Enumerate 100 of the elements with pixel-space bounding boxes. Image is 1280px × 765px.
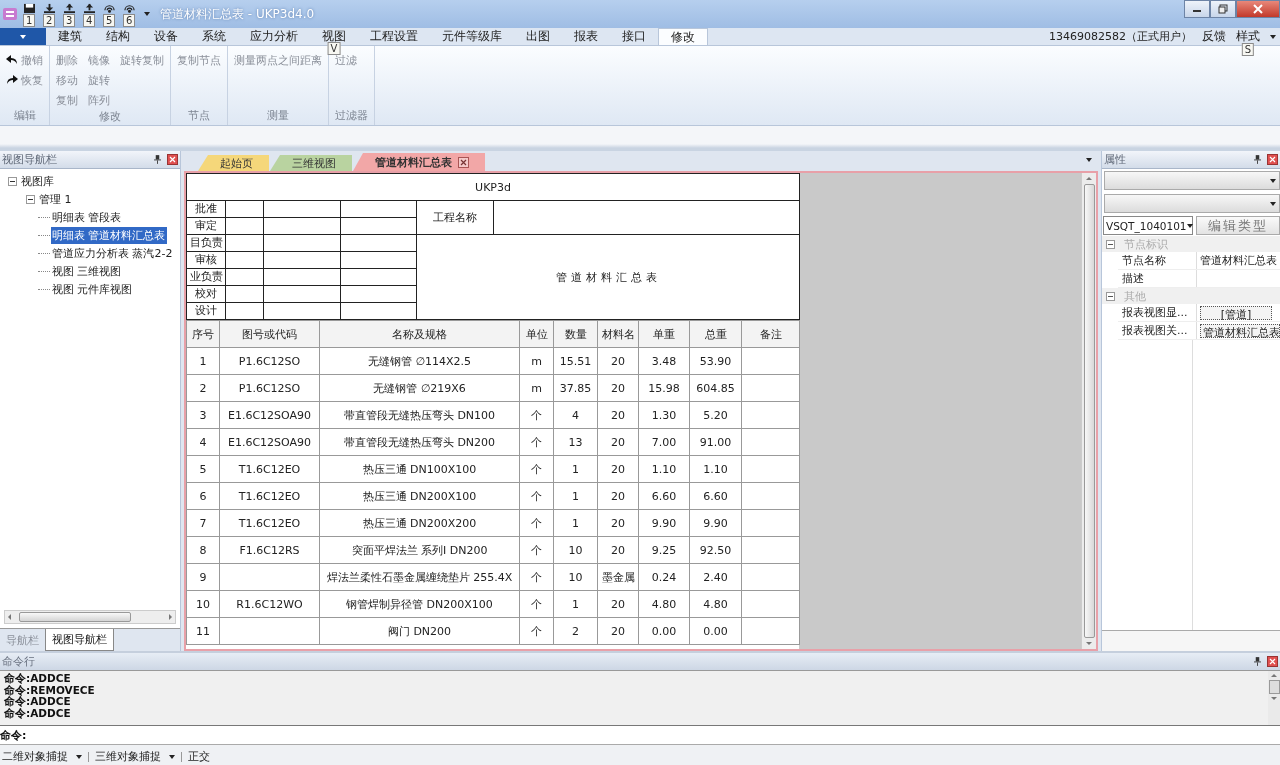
table-cell: 53.90 xyxy=(689,347,742,375)
table-cell: 9.25 xyxy=(638,536,690,564)
menu-tab[interactable]: 修改 xyxy=(658,28,708,45)
pin-icon[interactable] xyxy=(154,155,161,164)
caret-icon[interactable] xyxy=(1270,34,1276,39)
status-toggle[interactable]: 三维对象捕捉 xyxy=(95,749,161,764)
table-cell: 带直管段无缝热压弯头 DN200 xyxy=(319,428,520,456)
table-cell: 20 xyxy=(597,428,639,456)
keytip: S xyxy=(1241,43,1255,56)
close-icon[interactable] xyxy=(1267,154,1278,165)
vertical-scrollbar[interactable] xyxy=(1081,173,1096,649)
table-cell: 热压三通 DN200X100 xyxy=(319,482,520,510)
command-prompt: 命令: xyxy=(0,727,27,743)
table-cell: 20 xyxy=(597,617,639,645)
tree-item[interactable]: 明细表 管段表 xyxy=(51,208,123,226)
status-toggle[interactable]: 正交 xyxy=(188,749,210,764)
menu-tab[interactable]: 出图 xyxy=(514,28,562,45)
table-cell: 20 xyxy=(597,374,639,402)
table-cell: 4.80 xyxy=(638,590,690,618)
document-tab[interactable]: 管道材料汇总表 xyxy=(353,153,485,171)
table-cell: P1.6C12SO xyxy=(219,347,320,375)
table-cell: 5.20 xyxy=(689,401,742,429)
caret-icon[interactable] xyxy=(144,12,150,16)
signal-icon[interactable] xyxy=(103,3,116,14)
vertical-scrollbar[interactable] xyxy=(1268,671,1280,725)
close-button[interactable] xyxy=(1236,0,1280,18)
tree-item[interactable]: 视图 三维视图 xyxy=(51,262,123,280)
collapse-icon[interactable] xyxy=(1106,239,1115,249)
document-tab[interactable]: 三维视图 xyxy=(270,155,352,171)
collapse-icon[interactable] xyxy=(26,194,35,204)
table-cell: 校对 xyxy=(186,285,226,303)
save-icon[interactable] xyxy=(23,3,36,14)
table-cell: 2 xyxy=(186,374,220,402)
close-icon[interactable] xyxy=(167,154,178,165)
pin-icon[interactable] xyxy=(1254,657,1261,666)
caret-icon[interactable] xyxy=(1086,158,1092,162)
collapse-icon[interactable] xyxy=(1106,291,1115,301)
table-cell: 20 xyxy=(597,482,639,510)
table-cell: 个 xyxy=(519,455,554,483)
property-value-button[interactable]: [管道] xyxy=(1200,305,1272,320)
table-cell: 3.48 xyxy=(638,347,690,375)
table-cell: 钢管焊制异径管 DN200X100 xyxy=(319,590,520,618)
download-icon[interactable] xyxy=(43,3,56,14)
menu-tab[interactable]: 元件等级库 xyxy=(430,28,514,45)
tree-item[interactable]: 管道应力分析表 蒸汽2-2 xyxy=(51,244,174,262)
menu-tab[interactable]: 视图 xyxy=(310,28,358,45)
table-cell: 6.60 xyxy=(689,482,742,510)
keytip: 6 xyxy=(123,14,136,27)
menu-tab[interactable]: 接口 xyxy=(610,28,658,45)
style-menu[interactable]: 样式 xyxy=(1236,29,1260,44)
table-cell: 20 xyxy=(597,536,639,564)
maximize-button[interactable] xyxy=(1210,0,1236,18)
column-header: 备注 xyxy=(741,320,800,348)
table-cell: 1.10 xyxy=(638,455,690,483)
document-tab[interactable]: 起始页 xyxy=(198,155,269,171)
table-cell: 0.24 xyxy=(638,563,690,591)
menu-tab[interactable]: 建筑 xyxy=(46,28,94,45)
horizontal-scrollbar[interactable] xyxy=(4,610,176,624)
account-label: 13469082582（正式用户） xyxy=(1049,29,1192,44)
edit-type-button[interactable]: 编辑类型 xyxy=(1196,216,1280,235)
command-history-line: 命令:ADDCE xyxy=(4,696,72,707)
signal-icon[interactable] xyxy=(123,3,136,14)
tree-item[interactable]: 管理 1 xyxy=(38,190,73,208)
upload-icon[interactable] xyxy=(63,3,76,14)
property-name: 描述 xyxy=(1118,270,1197,287)
menu-tab[interactable]: 应力分析 xyxy=(238,28,310,45)
menu-tab[interactable]: 系统 xyxy=(190,28,238,45)
menu-tab[interactable]: 报表 xyxy=(562,28,610,45)
redo-icon xyxy=(6,75,18,85)
type-dropdown[interactable]: VSQT_1040101 xyxy=(1103,216,1193,235)
tree-item[interactable]: 视图库 xyxy=(20,172,55,190)
close-icon[interactable] xyxy=(458,156,469,168)
tree-item[interactable]: 视图 元件库视图 xyxy=(51,280,134,298)
table-cell: 6 xyxy=(186,482,220,510)
column-header: 材料名 xyxy=(597,320,639,348)
pin-icon[interactable] xyxy=(1254,155,1261,164)
tree-item[interactable]: 明细表 管道材料汇总表 xyxy=(51,226,167,244)
property-value-button[interactable]: 管道材料汇总表 xyxy=(1200,323,1280,338)
close-icon[interactable] xyxy=(1267,656,1278,667)
status-toggle[interactable]: 二维对象捕捉 xyxy=(2,749,68,764)
table-cell: 个 xyxy=(519,617,554,645)
upload-icon[interactable] xyxy=(83,3,96,14)
table-cell: m xyxy=(519,374,554,402)
command-input[interactable]: 命令: xyxy=(0,725,1280,745)
table-cell: 4 xyxy=(186,428,220,456)
table-cell: 个 xyxy=(519,590,554,618)
table-cell: 13 xyxy=(553,428,598,456)
table-cell: 设计 xyxy=(186,302,226,320)
table-cell: 无缝钢管 ∅219X6 xyxy=(319,374,520,402)
table-cell: 1 xyxy=(553,455,598,483)
minimize-button[interactable] xyxy=(1184,0,1210,18)
caret-icon[interactable] xyxy=(169,754,175,759)
feedback-link[interactable]: 反馈 xyxy=(1202,29,1226,44)
collapse-icon[interactable] xyxy=(8,176,17,186)
menu-tab[interactable]: 结构 xyxy=(94,28,142,45)
menu-tab[interactable]: 工程设置 xyxy=(358,28,430,45)
caret-icon[interactable] xyxy=(76,754,82,759)
table-cell: 7.00 xyxy=(638,428,690,456)
menu-tab[interactable]: 设备 xyxy=(142,28,190,45)
panel-tab[interactable]: 视图导航栏 xyxy=(45,629,114,651)
